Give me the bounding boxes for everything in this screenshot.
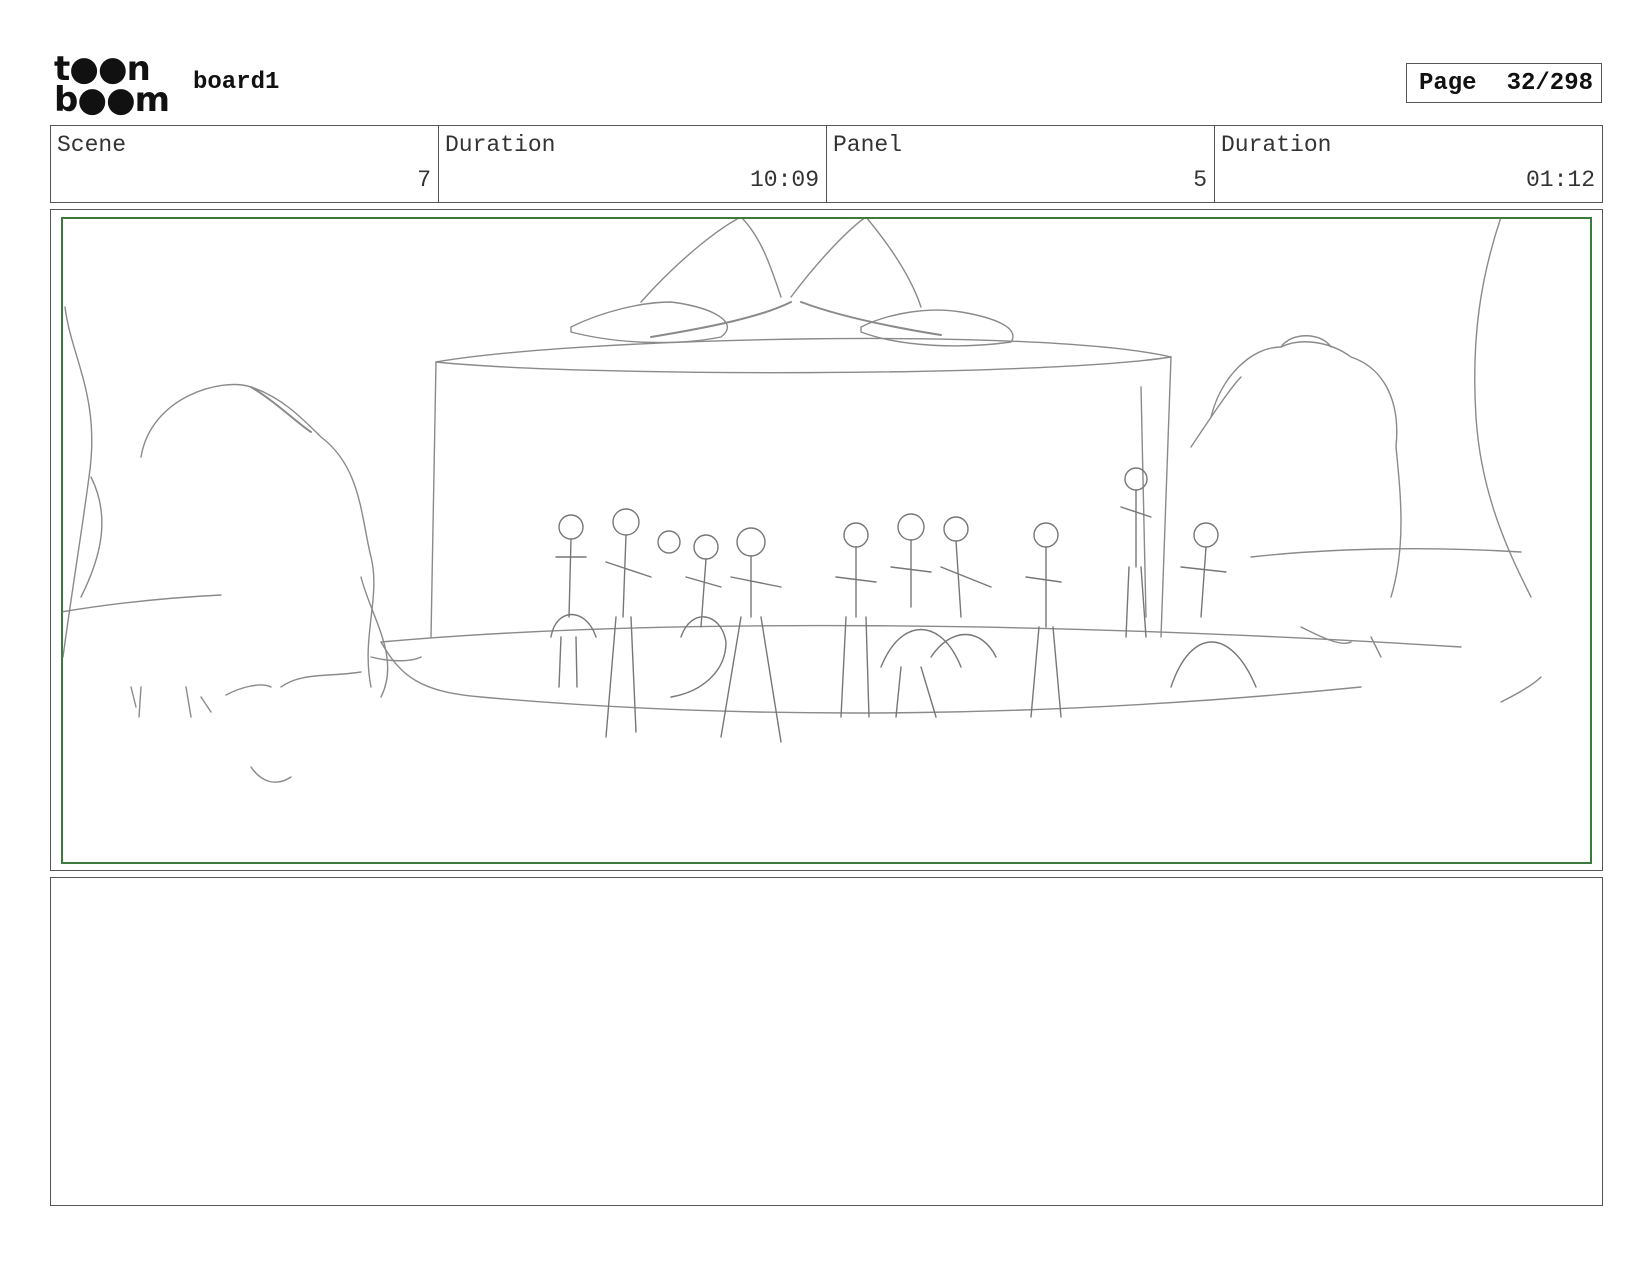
panel-duration-label: Duration bbox=[1221, 132, 1332, 158]
scene-label: Scene bbox=[57, 132, 127, 158]
scene-value: 7 bbox=[417, 167, 431, 193]
scene-duration-value: 10:09 bbox=[749, 167, 819, 193]
scene-cell: Scene 7 bbox=[51, 126, 439, 202]
panel-info-row: Scene 7 Duration 10:09 Panel 5 Duration … bbox=[50, 125, 1603, 203]
scene-duration-cell: Duration 10:09 bbox=[439, 126, 827, 202]
logo-text-bottom: b●●m bbox=[54, 80, 170, 120]
panel-duration-value: 01:12 bbox=[1525, 167, 1595, 193]
panel-value: 5 bbox=[1193, 167, 1207, 193]
toon-boom-logo: t●●n b●●m bbox=[54, 52, 172, 120]
page-number: 32/298 bbox=[1506, 69, 1593, 97]
safe-area-border bbox=[61, 217, 1592, 864]
panel-label: Panel bbox=[833, 132, 903, 158]
page-indicator: Page 32/298 bbox=[1406, 63, 1602, 103]
scene-duration-label: Duration bbox=[445, 132, 556, 158]
page-label: Page bbox=[1418, 69, 1477, 97]
panel-cell: Panel 5 bbox=[827, 126, 1215, 202]
panel-duration-cell: Duration 01:12 bbox=[1215, 126, 1602, 202]
project-title: board1 bbox=[193, 69, 280, 96]
panel-notes-box bbox=[50, 877, 1603, 1206]
